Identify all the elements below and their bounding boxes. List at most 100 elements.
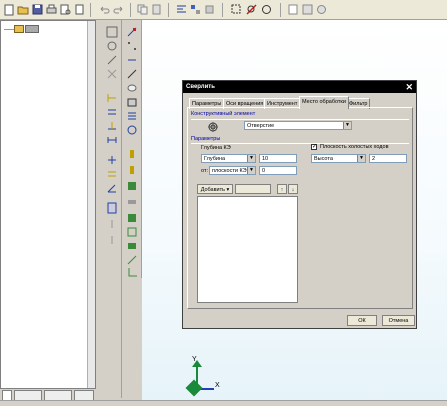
chevron-down-icon[interactable]: ▼ (343, 122, 351, 129)
sketch-icon[interactable] (106, 26, 118, 38)
delete-icon[interactable] (106, 68, 118, 80)
chevron-down-icon[interactable]: ▼ (247, 167, 255, 174)
plane-icon[interactable] (106, 234, 118, 246)
layers-icon[interactable] (203, 3, 216, 16)
from-value-input[interactable]: 0 (259, 166, 297, 175)
properties-icon[interactable] (189, 3, 202, 16)
frame-icon[interactable] (106, 202, 118, 214)
chevron-down-icon[interactable]: ▼ (247, 155, 255, 162)
open-folder-icon[interactable] (17, 3, 30, 16)
drill-icon[interactable] (126, 164, 138, 176)
tab-machining-location[interactable]: Место обработки (299, 96, 349, 109)
cancel-button[interactable]: Отмена (382, 315, 415, 326)
mill-icon[interactable] (126, 180, 138, 192)
parallel-icon[interactable] (106, 168, 118, 180)
surface-icon[interactable] (126, 82, 138, 94)
depth-mode-combo[interactable]: Глубина ▼ (201, 154, 256, 163)
angle-icon[interactable] (106, 182, 118, 194)
dialog-title: Сверлить (186, 84, 215, 90)
align-icon[interactable] (106, 106, 118, 118)
x-axis-label: X (215, 382, 220, 389)
tree-scrollbar[interactable] (87, 21, 95, 397)
add-button[interactable]: Добавить ▾ (197, 184, 233, 194)
origin-icon[interactable] (126, 266, 138, 278)
page-icon[interactable] (287, 3, 300, 16)
print-preview-icon[interactable] (59, 3, 72, 16)
depth-label: Глубина КЭ (201, 145, 231, 151)
new-document-icon[interactable] (3, 3, 16, 16)
cylinder-icon[interactable] (126, 124, 138, 136)
group-parameters: Параметры (191, 136, 221, 142)
rotate-icon[interactable] (106, 40, 118, 52)
status-bar (0, 400, 447, 406)
tree-connector (4, 29, 14, 30)
model-tree-panel (0, 20, 96, 398)
depth-value-input[interactable]: 10 (259, 154, 297, 163)
origin-marker (185, 379, 203, 397)
from-mode-combo[interactable]: плоскости КЭ ▼ (209, 166, 256, 175)
idle-plane-label: Плоскость холостых ходов (320, 144, 389, 150)
y-axis-label: Y (192, 356, 197, 363)
element-combo[interactable]: Отверстие ▼ (244, 121, 352, 130)
points-icon[interactable] (126, 40, 138, 52)
line-icon[interactable] (106, 54, 118, 66)
add-button-label: Добавить (200, 187, 225, 193)
offset-icon[interactable] (106, 120, 118, 132)
zoom-window-icon[interactable] (230, 3, 243, 16)
save-icon[interactable] (31, 3, 44, 16)
element-value: Отверстие (247, 123, 275, 129)
drill-dialog: Сверлить ✕ Параметры Оси вращения Инстру… (182, 80, 417, 329)
delete-button[interactable] (235, 184, 271, 194)
idle-mode-value: Высота (314, 156, 333, 162)
redo-icon[interactable] (112, 3, 125, 16)
close-icon[interactable]: ✕ (405, 81, 413, 93)
depth-mode-value: Глубина (204, 156, 226, 162)
tree-tabs (0, 388, 96, 401)
segment-icon[interactable] (126, 54, 138, 66)
pan-icon[interactable] (245, 3, 258, 16)
view-mode-icon[interactable] (301, 3, 314, 16)
undo-icon[interactable] (98, 3, 111, 16)
move-up-icon[interactable]: ↑ (277, 184, 287, 194)
tab-panel: Конструктивный элемент Отверстие ▼ Парам… (187, 107, 413, 309)
left-toolbar-1 (102, 20, 122, 398)
left-toolbar-2 (122, 20, 142, 278)
idle-mode-combo[interactable]: Высота ▼ (311, 154, 366, 163)
copy-icon[interactable] (136, 3, 149, 16)
perpendicular-icon[interactable] (106, 154, 118, 166)
rotate-view-icon[interactable] (260, 3, 273, 16)
idle-value-input[interactable]: 2 (369, 154, 407, 163)
path-icon[interactable] (126, 254, 138, 266)
chevron-down-icon[interactable]: ▼ (357, 155, 365, 162)
turn-icon[interactable] (126, 196, 138, 208)
cut-icon[interactable] (73, 3, 86, 16)
building-icon[interactable] (126, 96, 138, 108)
contour-icon[interactable] (126, 226, 138, 238)
dialog-titlebar: Сверлить ✕ (183, 81, 416, 93)
tree-node-icon[interactable] (25, 25, 39, 33)
print-icon[interactable] (45, 3, 58, 16)
paste-icon[interactable] (150, 3, 163, 16)
divider (191, 119, 409, 120)
folder-icon[interactable] (14, 25, 24, 33)
main-toolbar (0, 0, 447, 20)
snap-icon[interactable] (175, 3, 188, 16)
tool-icon[interactable] (126, 148, 138, 160)
from-mode-value: плоскости КЭ (212, 168, 247, 174)
chamfer-icon[interactable] (126, 68, 138, 80)
section-icon[interactable] (106, 218, 118, 230)
distance-icon[interactable] (106, 134, 118, 146)
from-label: от: (201, 168, 208, 174)
pocket-icon[interactable] (126, 212, 138, 224)
locations-list[interactable] (197, 196, 298, 303)
move-icon[interactable] (126, 26, 138, 38)
group-structural-element: Конструктивный элемент (191, 111, 256, 117)
help-icon[interactable] (315, 3, 328, 16)
move-down-icon[interactable]: ↓ (288, 184, 298, 194)
dimension-icon[interactable] (106, 92, 118, 104)
stack-icon[interactable] (126, 240, 138, 252)
ok-button[interactable]: ОК (347, 315, 377, 326)
idle-plane-checkbox[interactable]: ✓ (311, 144, 317, 150)
hole-icon (208, 122, 218, 132)
list-icon[interactable] (126, 110, 138, 122)
